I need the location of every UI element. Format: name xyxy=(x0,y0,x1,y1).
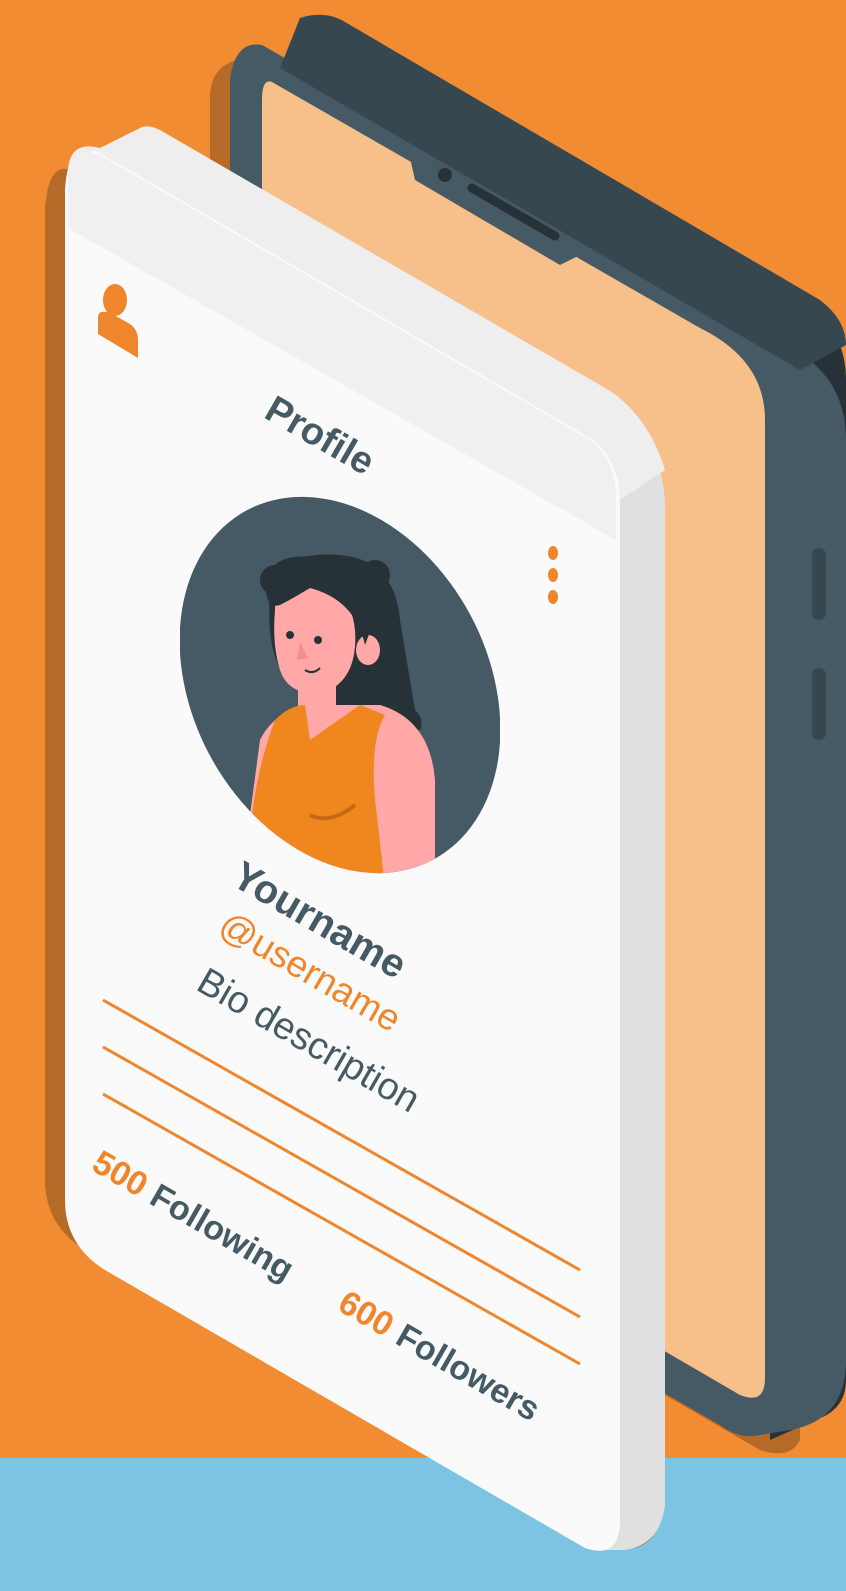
isometric-phone-scene: Profile Yourname @username Bio descripti… xyxy=(0,0,846,1591)
floor xyxy=(0,1458,846,1591)
avatar[interactable] xyxy=(180,480,500,890)
camera-dot xyxy=(438,168,452,182)
side-button-1 xyxy=(812,548,826,620)
side-button-2 xyxy=(812,668,826,740)
user-icon[interactable] xyxy=(90,278,150,368)
more-vertical-icon[interactable] xyxy=(545,545,569,615)
